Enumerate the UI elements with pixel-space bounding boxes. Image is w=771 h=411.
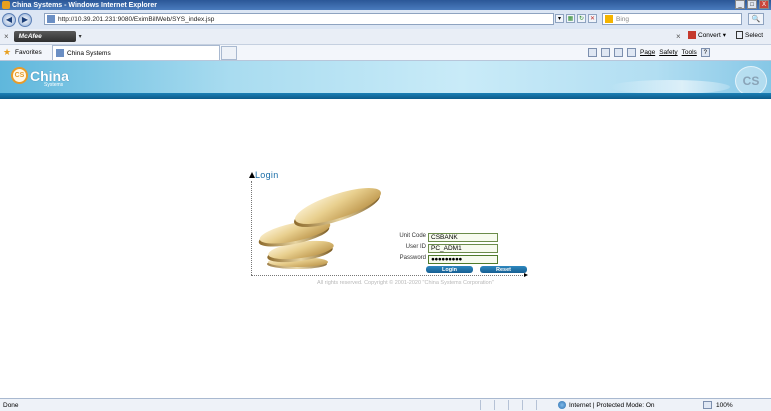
forward-button[interactable]: ▶ — [18, 12, 32, 27]
address-bar-row: ◀ ▶ http://10.39.201.231:9080/EximBillWe… — [0, 10, 771, 29]
logo-subtext: Systems — [44, 82, 64, 88]
status-panel — [522, 400, 536, 410]
tools-menu[interactable]: Tools — [682, 49, 697, 56]
refresh-button[interactable]: ↻ — [577, 14, 586, 23]
user-id-input[interactable]: PC_ADM1 — [428, 244, 498, 253]
coin-stack — [258, 188, 381, 269]
divider-arrow-icon — [524, 273, 528, 277]
unit-code-label: Unit Code — [399, 233, 426, 239]
password-label: Password — [399, 255, 426, 261]
safety-menu[interactable]: Safety — [659, 49, 677, 56]
security-zone[interactable]: Internet | Protected Mode: On — [558, 401, 655, 409]
address-tools: ▾ ▦ ↻ ✕ — [555, 14, 597, 23]
mcafee-dropdown-icon[interactable]: ▾ — [79, 33, 82, 40]
convert-label: Convert — [698, 31, 721, 39]
page-menu[interactable]: Page — [640, 49, 655, 56]
coins-illustration — [258, 188, 381, 269]
favorites-star-icon[interactable]: ★ — [3, 48, 12, 57]
pdf-icon — [688, 31, 696, 39]
zoom-icon — [703, 401, 712, 409]
close-window-button[interactable]: X — [759, 0, 769, 9]
read-mail-icon[interactable] — [614, 48, 623, 57]
select-label: Select — [745, 31, 764, 39]
page-icon — [47, 15, 55, 23]
header-bottom-bar — [0, 93, 771, 99]
user-id-label: User ID — [405, 244, 426, 250]
address-dropdown-button[interactable]: ▾ — [555, 14, 564, 23]
status-panel — [536, 400, 550, 410]
login-panel: Login Unit Code CSBANK User ID PC_ADM1 P… — [249, 170, 529, 290]
copyright-text: All rights reserved. Copyright © 2001-20… — [317, 280, 494, 286]
zoom-level: 100% — [716, 401, 733, 409]
panel-divider-bottom — [251, 275, 525, 276]
url-text: http://10.39.201.231:9080/EximBillWeb/SY… — [58, 15, 215, 23]
login-title: Login — [255, 170, 279, 180]
select-button[interactable]: Select — [736, 31, 763, 39]
select-icon — [736, 31, 743, 39]
status-panels — [480, 400, 550, 410]
command-bar: Page Safety Tools ? — [588, 48, 710, 57]
close-pdf-toolbar-icon[interactable]: × — [676, 32, 681, 41]
status-panel — [480, 400, 494, 410]
banner-watermark: CS — [735, 66, 767, 96]
reset-button[interactable]: Reset — [480, 266, 527, 273]
zone-text: Internet | Protected Mode: On — [569, 401, 655, 409]
zoom-control[interactable]: 100% — [703, 401, 733, 409]
tab-title: China Systems — [67, 49, 111, 57]
maximize-button[interactable]: □ — [747, 0, 757, 9]
favorites-bar: ★ Favorites China Systems Page Safety To… — [0, 45, 771, 61]
login-button[interactable]: Login — [426, 266, 473, 273]
status-panel — [508, 400, 522, 410]
favorites-button[interactable]: Favorites — [15, 49, 42, 56]
print-icon[interactable] — [627, 48, 636, 57]
search-placeholder: Bing — [616, 15, 630, 23]
status-bar: Done Internet | Protected Mode: On 100% — [0, 398, 771, 411]
bing-icon — [605, 15, 613, 23]
password-input[interactable]: ●●●●●●●●● — [428, 255, 498, 264]
banner-coins-decoration — [610, 80, 730, 94]
new-tab-button[interactable] — [221, 46, 237, 60]
unit-code-input[interactable]: CSBANK — [428, 233, 498, 242]
convert-button[interactable]: Convert ▾ — [688, 31, 726, 39]
addon-toolbar: × McAfee ▾ × Convert ▾ Select — [0, 29, 771, 45]
address-field[interactable]: http://10.39.201.231:9080/EximBillWeb/SY… — [44, 13, 554, 25]
search-input[interactable]: Bing — [602, 13, 742, 25]
status-text: Done — [3, 401, 19, 409]
logo-mark-icon: CS — [11, 67, 28, 84]
mcafee-button[interactable]: McAfee — [13, 31, 76, 42]
globe-icon — [558, 401, 566, 409]
window-title: China Systems - Windows Internet Explore… — [12, 1, 158, 9]
minimize-button[interactable]: _ — [735, 0, 745, 9]
tab-favicon — [56, 49, 64, 57]
ie-icon — [2, 1, 10, 9]
help-icon[interactable]: ? — [700, 48, 710, 57]
compatibility-icon[interactable]: ▦ — [566, 14, 575, 23]
close-toolbar-icon[interactable]: × — [4, 32, 9, 41]
search-button[interactable]: 🔍 — [748, 13, 764, 25]
window-title-bar: China Systems - Windows Internet Explore… — [0, 0, 771, 10]
stop-button[interactable]: ✕ — [588, 14, 597, 23]
feeds-icon[interactable] — [601, 48, 610, 57]
home-icon[interactable] — [588, 48, 597, 57]
window-controls: _ □ X — [735, 0, 769, 9]
browser-tab[interactable]: China Systems — [52, 45, 220, 60]
status-panel — [494, 400, 508, 410]
back-button[interactable]: ◀ — [2, 12, 16, 27]
convert-dropdown-icon: ▾ — [722, 32, 727, 39]
